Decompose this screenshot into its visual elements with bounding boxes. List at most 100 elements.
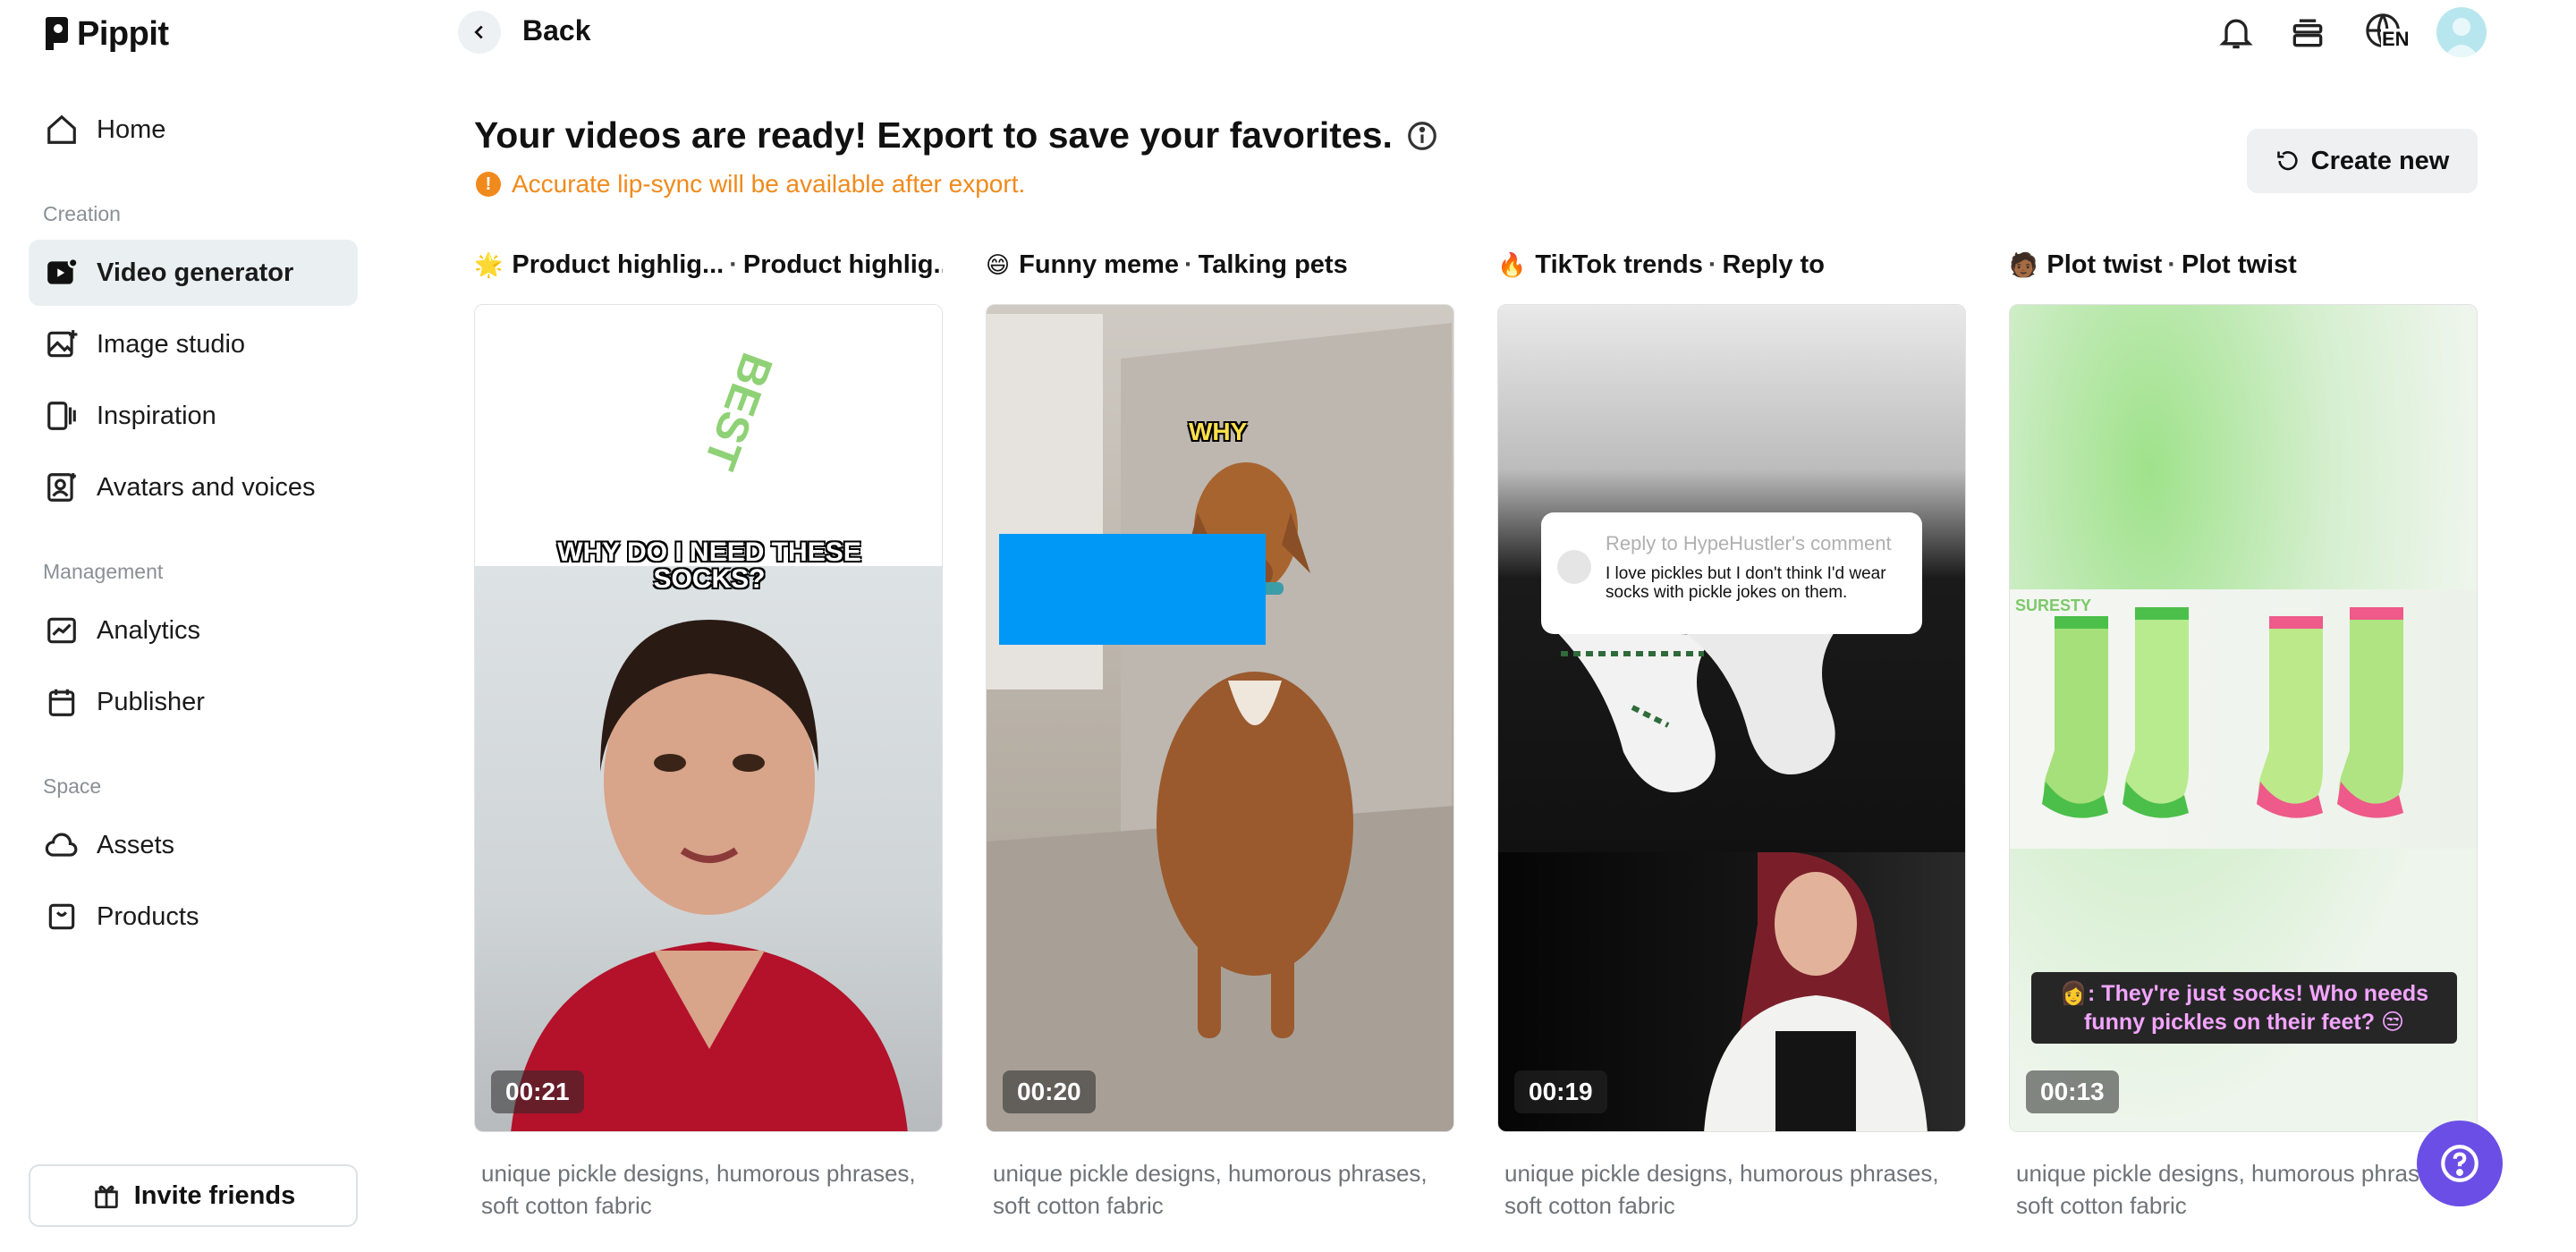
reply-body: I love pickles but I don't think I'd wea… — [1606, 564, 1886, 602]
video-card: 😄 Funny meme · Talking pets WHY 00:20 un… — [986, 241, 1454, 1222]
warning-icon: ! — [476, 172, 501, 197]
sidebar-item-products[interactable]: Products — [29, 884, 358, 950]
card-description: unique pickle designs, humorous phrases,… — [481, 1160, 916, 1219]
notifications-button[interactable] — [2213, 9, 2259, 55]
create-new-label: Create new — [2310, 146, 2450, 175]
presenter-illustration — [511, 620, 908, 1131]
commenter-avatar — [1557, 550, 1591, 584]
card-title-text: TikTok trends — [1535, 250, 1703, 279]
chevron-left-icon — [474, 25, 483, 39]
video-thumbnail[interactable]: Reply to HypeHustler's comment I love pi… — [1497, 304, 1966, 1132]
invite-friends-label: Invite friends — [133, 1180, 296, 1210]
notice-text: Accurate lip-sync will be available afte… — [512, 170, 1026, 198]
language-code: EN — [2381, 28, 2411, 50]
sidebar-item-analytics[interactable]: Analytics — [29, 597, 358, 664]
section-label-management: Management — [43, 560, 164, 583]
reply-header: Reply to HypeHustler's comment — [1606, 532, 1892, 554]
avatar-icon — [47, 473, 76, 502]
user-icon — [2444, 18, 2479, 57]
card-title: 😄 Funny meme · Talking pets — [986, 250, 1348, 279]
lip-sync-notice: ! Accurate lip-sync will be available af… — [476, 170, 1025, 199]
app-name: Pippit — [77, 14, 169, 53]
sidebar-item-publisher[interactable]: Publisher — [29, 669, 358, 735]
back-label[interactable]: Back — [522, 14, 591, 47]
section-label-creation: Creation — [43, 202, 121, 225]
user-avatar[interactable] — [2436, 7, 2487, 57]
card-title: 🔥 TikTok trends · Reply to — [1497, 250, 1825, 279]
refresh-icon — [2276, 151, 2298, 171]
box-icon — [48, 903, 75, 930]
sidebar-item-video-generator[interactable]: Video generator — [29, 240, 358, 306]
card-description: unique pickle designs, humorous phrases,… — [993, 1160, 1428, 1219]
socks-product-illustration — [2042, 607, 2403, 818]
sidebar-item-label: Video generator — [97, 258, 294, 287]
page-title: Your videos are ready! Export to save yo… — [474, 114, 1439, 156]
help-button[interactable] — [2417, 1121, 2503, 1206]
card-emoji: 🔥 — [1497, 250, 1527, 278]
back-button[interactable] — [458, 11, 501, 54]
sidebar-item-image-studio[interactable]: Image studio — [29, 311, 358, 377]
duration-badge: 00:21 — [491, 1070, 584, 1113]
card-emoji: 😄 — [986, 250, 1011, 278]
calendar-icon — [48, 689, 75, 716]
video-thumbnail[interactable]: BEST WHY DO I NEED THESE SOCKS? 00:21 — [474, 304, 943, 1132]
sidebar-item-label: Image studio — [97, 329, 246, 359]
home-icon — [47, 114, 76, 144]
sidebar: Pippit Home Creation Video generator Ima… — [0, 0, 386, 1252]
card-subtitle-text: Product highlig... — [742, 250, 943, 279]
stack-icon — [2292, 19, 2323, 47]
invite-friends-button[interactable]: Invite friends — [29, 1164, 358, 1227]
sidebar-item-label: Products — [97, 901, 199, 931]
brand-watermark: SURESTY — [2015, 596, 2092, 614]
card-description: unique pickle designs, humorous phrases,… — [2016, 1160, 2451, 1219]
app-logo[interactable]: Pippit — [43, 11, 169, 57]
card-subtitle-text: Reply to — [1722, 250, 1825, 279]
pippit-logo-icon — [46, 17, 68, 50]
sidebar-item-inspiration[interactable]: Inspiration — [29, 383, 358, 449]
layers-button[interactable] — [2284, 9, 2331, 55]
sidebar-item-label: Publisher — [97, 687, 205, 716]
comment-reply-card: Reply to HypeHustler's comment I love pi… — [1541, 512, 1922, 634]
section-label-space: Space — [43, 774, 102, 798]
video-caption: 👩: They're just socks! Who needs funny p… — [2031, 972, 2457, 1044]
cloud-icon — [45, 833, 78, 857]
card-subtitle-text: Plot twist — [2181, 250, 2297, 279]
video-thumbnail[interactable]: SURESTY 👩: They're just socks! Who needs… — [2009, 304, 2478, 1132]
video-card: 🌟 Product highlig... · Product highlig..… — [474, 241, 943, 1222]
inspiration-icon — [47, 402, 76, 430]
text-placeholder-box — [999, 534, 1266, 645]
sidebar-item-label: Avatars and voices — [97, 472, 316, 502]
sidebar-item-label: Analytics — [97, 615, 201, 645]
card-title-text: Plot twist — [2046, 250, 2163, 279]
video-caption: WHY — [1189, 418, 1248, 445]
sidebar-item-label: Assets — [97, 830, 175, 859]
card-title-text: Product highlig... — [512, 250, 724, 279]
card-emoji: 🌟 — [474, 250, 504, 278]
create-new-button[interactable]: Create new — [2247, 129, 2478, 193]
analytics-icon — [47, 617, 76, 644]
duration-badge: 00:20 — [1003, 1070, 1096, 1113]
card-emoji: 🧑🏾 — [2009, 250, 2038, 278]
video-generator-icon — [47, 257, 79, 284]
sidebar-item-label: Inspiration — [97, 401, 216, 430]
info-icon[interactable] — [1405, 119, 1439, 153]
bell-icon — [2219, 19, 2253, 49]
duration-badge: 00:19 — [1514, 1070, 1607, 1113]
video-caption: WHY DO I NEED THESE SOCKS? — [557, 537, 861, 594]
sidebar-item-assets[interactable]: Assets — [29, 812, 358, 878]
card-title: 🧑🏾 Plot twist · Plot twist — [2009, 250, 2297, 279]
sidebar-item-home[interactable]: Home — [29, 97, 358, 163]
page-title-text: Your videos are ready! Export to save yo… — [474, 114, 1393, 156]
card-subtitle-text: Talking pets — [1198, 250, 1348, 279]
video-thumbnail[interactable]: WHY 00:20 — [986, 304, 1454, 1132]
language-button[interactable]: EN — [2356, 9, 2413, 55]
image-studio-icon — [47, 330, 78, 358]
question-icon — [2441, 1145, 2479, 1182]
gift-icon — [95, 1185, 118, 1209]
card-title-text: Funny meme — [1019, 250, 1179, 279]
sidebar-item-avatars-voices[interactable]: Avatars and voices — [29, 454, 358, 520]
sidebar-item-label: Home — [97, 114, 166, 144]
card-title: 🌟 Product highlig... · Product highlig..… — [474, 241, 943, 288]
video-card: 🧑🏾 Plot twist · Plot twist SURESTY 👩: Th… — [2009, 241, 2478, 1222]
video-card: 🔥 TikTok trends · Reply to Reply to Hype… — [1497, 241, 1966, 1222]
